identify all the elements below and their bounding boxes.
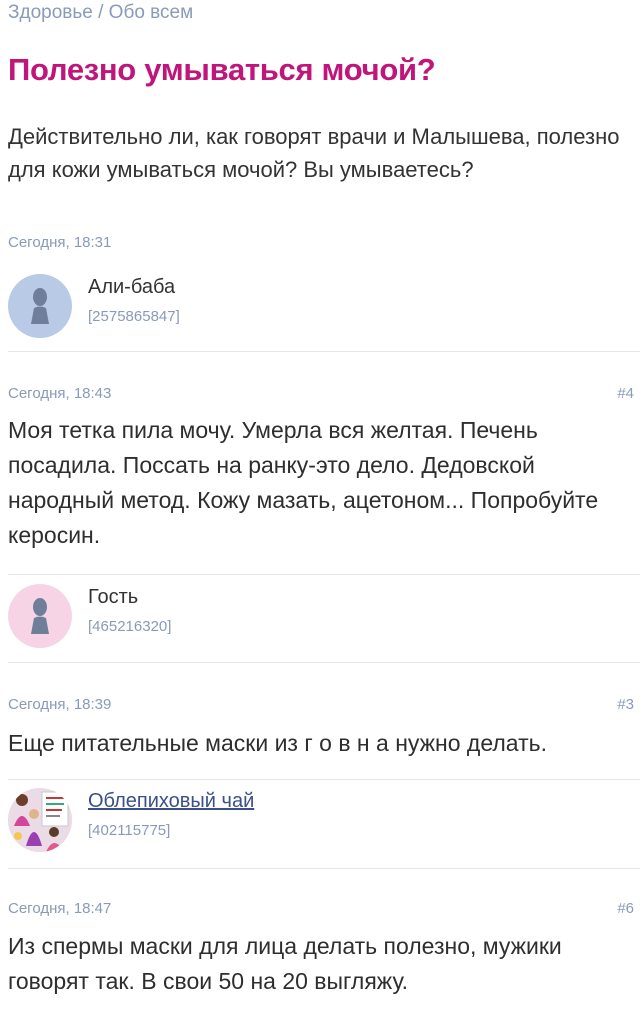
answer-timestamp: Сегодня, 18:47	[8, 900, 112, 917]
breadcrumb-separator: /	[98, 2, 104, 23]
answer-timestamp: Сегодня, 18:39	[8, 696, 112, 713]
question-body: Действительно ли, как говорят врачи и Ма…	[8, 124, 620, 182]
answer-timestamp: Сегодня, 18:43	[8, 385, 112, 402]
author-name[interactable]: Облепиховый чай	[88, 790, 254, 813]
answer-number[interactable]: #3	[617, 696, 634, 713]
author-name[interactable]: Гость	[88, 586, 138, 609]
photo-collage-avatar[interactable]	[8, 788, 72, 852]
answer-author[interactable]: Облепиховый чай [402115775]	[8, 788, 408, 852]
breadcrumb-category-link[interactable]: Обо всем	[109, 2, 194, 23]
breadcrumb: Здоровье / Обо всем	[8, 2, 193, 24]
question-title: Полезно умываться мочой?	[8, 52, 436, 87]
answer-text: Еще питательные маски из г о в н а нужно…	[8, 730, 547, 756]
answer-number[interactable]: #4	[617, 385, 634, 402]
question-author[interactable]: Али-баба [2575865847]	[8, 274, 408, 338]
divider	[8, 868, 640, 869]
answer-text: Моя тетка пила мочу. Умерла вся желтая. …	[8, 417, 599, 548]
divider	[8, 351, 640, 352]
person-silhouette-icon[interactable]	[8, 274, 72, 338]
divider	[8, 574, 640, 575]
answer-author[interactable]: Гость [465216320]	[8, 584, 408, 648]
divider	[8, 779, 640, 780]
author-name[interactable]: Али-баба	[88, 276, 175, 299]
author-id: [402115775]	[88, 822, 171, 839]
question-timestamp: Сегодня, 18:31	[8, 234, 112, 251]
author-id: [465216320]	[88, 618, 172, 635]
answer-number[interactable]: #6	[617, 900, 634, 917]
breadcrumb-section-link[interactable]: Здоровье	[8, 2, 93, 23]
answer-text: Из спермы маски для лица делать полезно,…	[8, 933, 562, 994]
author-id: [2575865847]	[88, 308, 180, 325]
divider	[8, 662, 640, 663]
person-silhouette-icon[interactable]	[8, 584, 72, 648]
